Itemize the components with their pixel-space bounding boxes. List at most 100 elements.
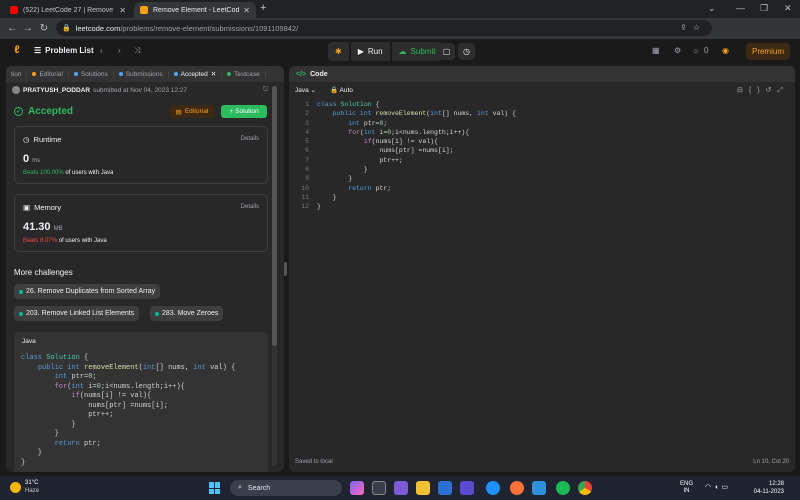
shuffle-icon[interactable]: ⤨	[134, 46, 140, 56]
browser-tab-youtube[interactable]: (522) LeetCode 27 | Remove Ele ✕	[4, 2, 132, 18]
close-icon[interactable]: ✕	[119, 6, 126, 15]
flask-icon	[73, 72, 78, 76]
search-icon: ⌕	[238, 484, 242, 491]
mail-icon[interactable]	[438, 481, 452, 495]
editorial-button[interactable]: ▤ Editorial	[169, 105, 215, 118]
spotify-icon[interactable]	[556, 481, 570, 495]
chrome-icon[interactable]	[578, 481, 592, 495]
editor-code[interactable]: class Solution { public int removeElemen…	[317, 100, 516, 212]
challenge-chip[interactable]: 203. Remove Linked List Elements	[14, 306, 140, 321]
weather-widget[interactable]: 31°C Haze	[10, 480, 39, 495]
store-icon[interactable]	[532, 481, 546, 495]
chevron-down-icon[interactable]: ⌄	[708, 3, 716, 14]
tab-testcase[interactable]: Testcase	[222, 70, 266, 78]
layout-icon[interactable]: ▦	[652, 46, 660, 55]
prev-problem-icon[interactable]: ‹	[100, 46, 103, 55]
memory-beats-suffix: of users with Java	[58, 238, 107, 244]
notes-button[interactable]: ▢	[438, 43, 455, 60]
leetcode-logo-icon[interactable]: ℓ	[10, 44, 24, 58]
avatar-icon[interactable]: ◉	[722, 46, 729, 55]
browser-tab-leetcode[interactable]: Remove Element - LeetCode ✕	[134, 2, 256, 18]
taskbar-clock[interactable]: 12:28 04-11-2023	[744, 480, 784, 496]
browser-tabstrip: (522) LeetCode 27 | Remove Ele ✕ Remove …	[0, 0, 800, 18]
tab-solutions[interactable]: Solutions	[69, 70, 114, 78]
solution-button[interactable]: + Solution	[221, 105, 267, 118]
submit-button[interactable]: ☁ Submit	[391, 42, 443, 61]
language-select[interactable]: Java ⌄	[295, 86, 316, 94]
input-language[interactable]: ENG IN	[680, 481, 693, 495]
reload-icon[interactable]: ↻	[36, 23, 52, 34]
problem-list-button[interactable]: ☰ Problem List	[34, 46, 94, 55]
firefox-icon[interactable]	[510, 481, 524, 495]
tab-description[interactable]: tion	[6, 70, 28, 78]
wifi-volume-battery-icons[interactable]: ◠◖▭	[705, 483, 731, 491]
challenge-chip[interactable]: 283. Move Zeroes	[150, 306, 224, 321]
taskbar-search[interactable]: ⌕ Search	[230, 480, 342, 496]
challenge-label: 203. Remove Linked List Elements	[26, 310, 135, 317]
challenge-chip[interactable]: 26. Remove Duplicates from Sorted Array	[14, 284, 161, 299]
runtime-card[interactable]: ◷ Runtime Details 0 ms Beats 100.00% of u…	[14, 126, 268, 184]
language-value: Java	[295, 87, 309, 94]
restore-icon[interactable]: ❐	[760, 3, 768, 14]
line-number: 2	[305, 110, 309, 118]
share-star-icons[interactable]: ⇪☆	[680, 23, 706, 32]
close-icon[interactable]: ✕	[243, 6, 250, 15]
teams-icon[interactable]	[394, 481, 408, 495]
submit-label: Submit	[410, 47, 436, 56]
line-number: 5	[305, 138, 309, 146]
tab-title: (522) LeetCode 27 | Remove Ele	[23, 6, 116, 14]
submitted-code[interactable]: class Solution { public int removeElemen…	[21, 354, 235, 468]
file-explorer-icon[interactable]	[416, 481, 430, 495]
chevron-down-icon: ⌄	[310, 87, 316, 94]
debug-button[interactable]: ✱	[328, 42, 349, 61]
line-number: 10	[301, 184, 309, 192]
tab-editorial[interactable]: Editorial	[27, 70, 69, 78]
submitter-name[interactable]: PRATYUSH_PODDAR	[23, 87, 90, 94]
new-tab-button[interactable]: +	[260, 2, 266, 14]
next-problem-icon[interactable]: ›	[118, 46, 121, 55]
task-view-icon[interactable]	[372, 481, 386, 495]
submitted-code-box: Java class Solution { public int removeE…	[14, 332, 268, 472]
auto-mode[interactable]: 🔒 Auto	[330, 86, 353, 94]
memory-beats-pct: Beats 8.07%	[23, 238, 58, 244]
url-path: /problems/remove-element/submissions/109…	[120, 23, 299, 33]
close-icon[interactable]: ✕	[211, 70, 216, 78]
solution-label: Solution	[235, 108, 259, 115]
copilot-icon[interactable]	[350, 481, 364, 495]
settings-gear-icon[interactable]: ⚙	[674, 46, 681, 55]
memory-number: 41.30	[23, 221, 51, 233]
book-icon	[32, 72, 37, 76]
history-icon	[118, 72, 123, 76]
tab-accepted[interactable]: Accepted ✕	[169, 70, 223, 78]
tab-label: Editorial	[39, 70, 63, 78]
memory-details-link[interactable]: Details	[241, 204, 259, 210]
share-icon[interactable]: ⎋	[263, 86, 269, 94]
panel-resize-handle[interactable]	[284, 262, 287, 276]
tab-label: Accepted	[180, 70, 208, 78]
runtime-details-link[interactable]: Details	[241, 136, 259, 142]
address-bar[interactable]: 🔒 leetcode.com/problems/remove-element/s…	[56, 20, 712, 36]
timer-button[interactable]: ◷	[458, 43, 475, 60]
code-title: Code	[310, 70, 328, 78]
premium-button[interactable]: Premium	[746, 43, 790, 60]
scrollbar-thumb[interactable]	[272, 86, 277, 346]
tab-submissions[interactable]: Submissions	[114, 70, 169, 78]
cursor-position: Ln 10, Col 20	[753, 459, 789, 465]
submission-meta: PRATYUSH_PODDAR submitted at Nov 04, 202…	[12, 86, 187, 94]
app-icon[interactable]	[460, 481, 474, 495]
windows-start-icon[interactable]	[209, 482, 221, 494]
minimize-icon[interactable]: —	[736, 3, 745, 13]
forward-arrow-icon[interactable]: →	[20, 23, 36, 34]
editor-tools[interactable]: ⊟{}↺⤢	[737, 86, 789, 95]
edge-browser-icon[interactable]	[486, 481, 500, 495]
line-numbers: 1 2 3 4 5 6 7 8 9 10 11 12	[295, 100, 309, 212]
line-number: 1	[305, 101, 309, 108]
code-editor[interactable]: 1 2 3 4 5 6 7 8 9 10 11 12 class Solution { public …	[289, 100, 795, 454]
left-scrollbar[interactable]	[272, 86, 277, 466]
close-window-icon[interactable]: ✕	[784, 3, 792, 14]
back-arrow-icon[interactable]: ←	[4, 23, 20, 34]
memory-card[interactable]: ▣ Memory Details 41.30 MB Beats 8.07% of …	[14, 194, 268, 252]
run-button[interactable]: ▶ Run	[350, 42, 390, 61]
difficulty-dot	[155, 311, 159, 316]
fire-streak-icon[interactable]: ☼	[692, 46, 699, 55]
